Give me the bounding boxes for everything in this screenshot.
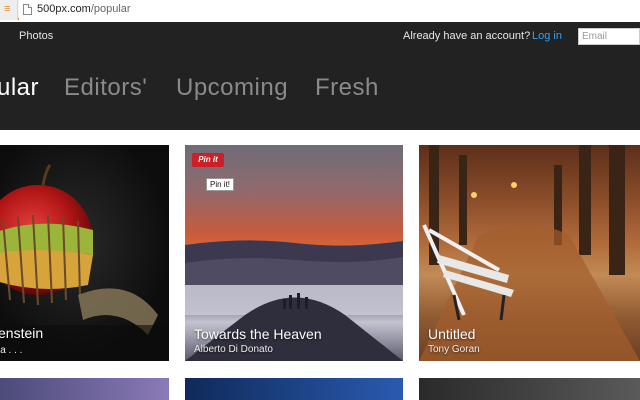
browser-menu-button[interactable]: ≡: [0, 0, 18, 20]
login-link[interactable]: Log in: [532, 30, 562, 42]
address-bar: ≡ 500px.com/popular: [0, 0, 640, 20]
url-field[interactable]: 500px.com/popular: [19, 0, 640, 20]
photo-author[interactable]: Tony Goran: [428, 344, 480, 355]
photo-title[interactable]: enstein: [0, 325, 43, 341]
url-domain: 500px.com: [37, 3, 91, 15]
pinit-tooltip: Pin it!: [206, 178, 235, 191]
photo-card-next-3[interactable]: [419, 378, 640, 400]
photo-card-next-2[interactable]: [185, 378, 403, 400]
url-path: /popular: [90, 3, 131, 15]
photo-card-untitled[interactable]: Untitled Tony Goran: [419, 145, 640, 361]
tab-fresh[interactable]: Fresh: [315, 74, 379, 102]
email-input[interactable]: [578, 28, 640, 45]
page-icon: [23, 4, 32, 15]
photo-title[interactable]: Towards the Heaven: [194, 326, 322, 342]
tab-upcoming[interactable]: Upcoming: [176, 74, 288, 102]
photo-card-apple[interactable]: enstein la . . .: [0, 145, 169, 361]
photo-card-towards-the-heaven[interactable]: Pin it Pin it! Towards the Heaven Albert…: [185, 145, 403, 361]
nav-photos-link[interactable]: Photos: [19, 30, 53, 42]
photo-title[interactable]: Untitled: [428, 326, 475, 342]
account-prompt: Already have an account?: [403, 30, 531, 42]
photo-card-next-1[interactable]: [0, 378, 169, 400]
tab-editors[interactable]: Editors': [64, 74, 147, 102]
pinit-button[interactable]: Pin it: [192, 153, 224, 167]
tab-popular[interactable]: ular: [0, 74, 39, 102]
menu-icon: ≡: [4, 3, 11, 15]
top-navigation: Photos Already have an account? Log in u…: [0, 22, 640, 130]
url-text: 500px.com/popular: [37, 3, 131, 15]
photo-author[interactable]: Alberto Di Donato: [194, 344, 273, 355]
photo-author[interactable]: la . . .: [0, 345, 22, 356]
photo-grid: enstein la . . . Pin it Pin it! Towards …: [0, 130, 640, 400]
